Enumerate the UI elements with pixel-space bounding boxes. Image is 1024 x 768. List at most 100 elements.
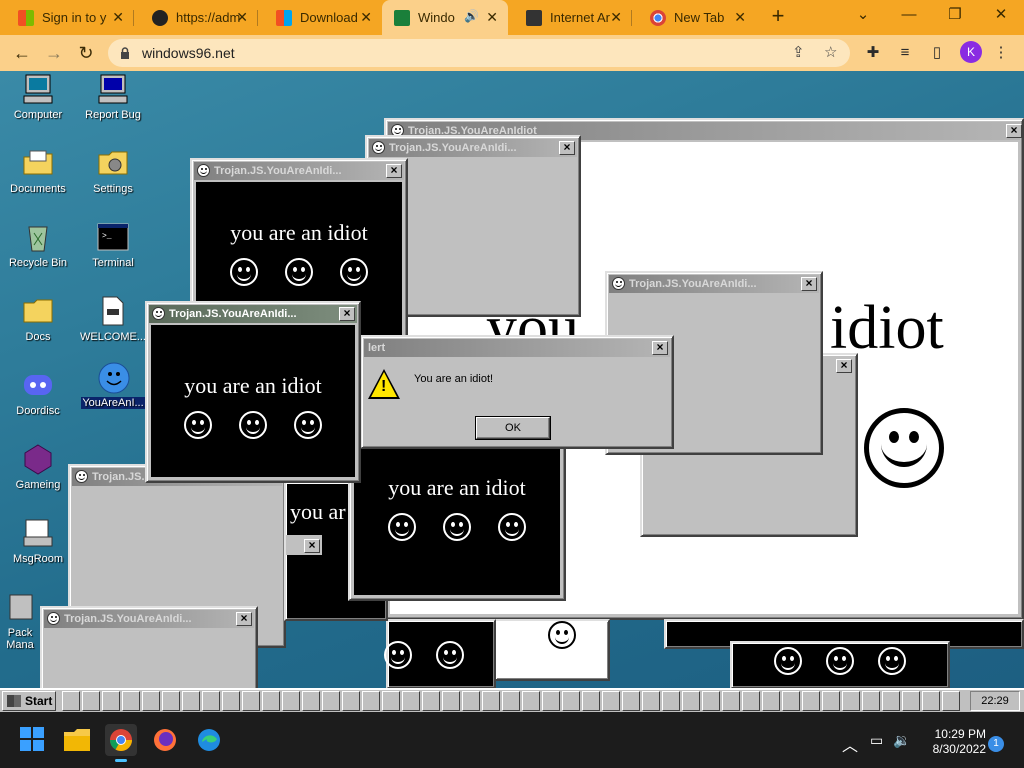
close-button[interactable]: × bbox=[836, 359, 852, 373]
firefox-icon[interactable] bbox=[149, 724, 181, 756]
window-titlebar[interactable]: Trojan.JS.YouAreAnIdi... bbox=[609, 275, 819, 293]
alert-dialog[interactable]: lert × You are an idiot! OK bbox=[360, 335, 674, 449]
task-button[interactable] bbox=[402, 691, 420, 711]
task-button[interactable] bbox=[362, 691, 380, 711]
task-button[interactable] bbox=[242, 691, 260, 711]
alert-titlebar[interactable]: lert bbox=[364, 339, 670, 357]
task-button[interactable] bbox=[282, 691, 300, 711]
task-button[interactable] bbox=[482, 691, 500, 711]
tab-internet-archive[interactable]: Internet Ar ✕ bbox=[508, 0, 632, 35]
desktop-icon-recycle-bin[interactable]: Recycle Bin bbox=[0, 221, 76, 269]
close-button[interactable]: × bbox=[652, 341, 668, 355]
task-button[interactable] bbox=[442, 691, 460, 711]
window-titlebar[interactable]: Trojan.JS.YouAreAnIdi... bbox=[149, 305, 357, 323]
tab-adm[interactable]: https://adm ✕ bbox=[134, 0, 258, 35]
tab-download[interactable]: Download ✕ bbox=[258, 0, 382, 35]
desktop-icon-youareanidiot[interactable]: YouAreAnI... bbox=[75, 361, 151, 409]
back-button[interactable]: ← bbox=[10, 41, 34, 65]
edge-icon[interactable] bbox=[193, 724, 225, 756]
desktop-icon-terminal[interactable]: >_ Terminal bbox=[75, 221, 151, 269]
volume-icon[interactable]: 🔉 bbox=[893, 732, 910, 749]
task-button[interactable] bbox=[542, 691, 560, 711]
task-button[interactable] bbox=[702, 691, 720, 711]
minimize-button[interactable]: — bbox=[886, 0, 932, 32]
close-tab-icon[interactable]: ✕ bbox=[112, 9, 124, 26]
task-button[interactable] bbox=[802, 691, 820, 711]
task-button[interactable] bbox=[422, 691, 440, 711]
task-button[interactable] bbox=[82, 691, 100, 711]
task-button[interactable] bbox=[502, 691, 520, 711]
task-button[interactable] bbox=[122, 691, 140, 711]
task-button[interactable] bbox=[582, 691, 600, 711]
desktop-icon-doordisc[interactable]: Doordisc bbox=[0, 369, 76, 417]
restore-button[interactable]: ❐ bbox=[932, 0, 978, 32]
side-panel-icon[interactable]: ▯ bbox=[926, 43, 948, 65]
ok-button[interactable]: OK bbox=[476, 417, 550, 439]
task-button[interactable] bbox=[822, 691, 840, 711]
task-button[interactable] bbox=[202, 691, 220, 711]
extensions-icon[interactable]: ✚ bbox=[862, 43, 884, 65]
youareanidiot-window-white[interactable] bbox=[494, 619, 610, 681]
start-button[interactable]: Start bbox=[2, 691, 56, 711]
task-button[interactable] bbox=[302, 691, 320, 711]
os-clock[interactable]: 10:29 PM 8/30/2022 bbox=[922, 727, 986, 757]
close-tab-icon[interactable]: ✕ bbox=[486, 9, 498, 26]
task-button[interactable] bbox=[162, 691, 180, 711]
task-button[interactable] bbox=[262, 691, 280, 711]
youareanidiot-window-corner[interactable] bbox=[384, 619, 496, 688]
task-button[interactable] bbox=[682, 691, 700, 711]
task-button[interactable] bbox=[942, 691, 960, 711]
close-button[interactable]: × bbox=[1006, 124, 1022, 138]
task-button[interactable] bbox=[602, 691, 620, 711]
address-bar[interactable]: windows96.net ⇪ ☆ bbox=[108, 39, 850, 67]
task-button[interactable] bbox=[862, 691, 880, 711]
task-button[interactable] bbox=[642, 691, 660, 711]
close-button[interactable]: × bbox=[559, 141, 575, 155]
task-button[interactable] bbox=[622, 691, 640, 711]
bookmark-star-icon[interactable]: ☆ bbox=[824, 43, 837, 61]
window-titlebar[interactable]: Trojan.JS.YouAreAnIdi... bbox=[369, 139, 577, 157]
tab-new-tab[interactable]: New Tab ✕ bbox=[632, 0, 756, 35]
task-button[interactable] bbox=[762, 691, 780, 711]
task-button[interactable] bbox=[782, 691, 800, 711]
close-button[interactable]: × bbox=[801, 277, 817, 291]
audio-playing-icon[interactable]: 🔊 bbox=[464, 9, 479, 23]
profile-avatar[interactable]: K bbox=[960, 41, 982, 63]
task-button[interactable] bbox=[842, 691, 860, 711]
forward-button[interactable]: → bbox=[42, 41, 66, 65]
task-button[interactable] bbox=[382, 691, 400, 711]
close-button[interactable]: × bbox=[304, 539, 320, 553]
task-button[interactable] bbox=[522, 691, 540, 711]
youareanidiot-window-active[interactable]: Trojan.JS.YouAreAnIdi... × you are an id… bbox=[145, 301, 361, 483]
menu-icon[interactable]: ⋮ bbox=[990, 43, 1012, 65]
task-button[interactable] bbox=[902, 691, 920, 711]
desktop-icon-msgroom[interactable]: MsgRoom bbox=[0, 517, 76, 565]
task-button[interactable] bbox=[562, 691, 580, 711]
task-button[interactable] bbox=[922, 691, 940, 711]
window-titlebar[interactable]: Trojan.JS.YouAreAnIdi... bbox=[44, 610, 254, 628]
network-icon[interactable]: ▭ bbox=[870, 732, 883, 749]
youareanidiot-window-bottom[interactable] bbox=[730, 641, 950, 688]
close-button[interactable]: × bbox=[386, 164, 402, 178]
task-button[interactable] bbox=[62, 691, 80, 711]
media-control-icon[interactable]: ≡ bbox=[894, 43, 916, 65]
w96-clock[interactable]: 22:29 bbox=[970, 691, 1020, 711]
tab-sign-in[interactable]: Sign in to y ✕ bbox=[0, 0, 134, 35]
task-button[interactable] bbox=[882, 691, 900, 711]
task-button[interactable] bbox=[462, 691, 480, 711]
task-button[interactable] bbox=[742, 691, 760, 711]
windows-start-icon[interactable] bbox=[17, 724, 49, 756]
desktop-icon-welcome[interactable]: WELCOME... bbox=[75, 295, 151, 343]
desktop-icon-report-bug[interactable]: Report Bug bbox=[75, 73, 151, 121]
desktop-icon-docs[interactable]: Docs bbox=[0, 295, 76, 343]
share-icon[interactable]: ⇪ bbox=[792, 43, 805, 61]
reload-button[interactable]: ↻ bbox=[74, 41, 98, 65]
new-tab-button[interactable]: + bbox=[766, 5, 790, 29]
close-tab-icon[interactable]: ✕ bbox=[610, 9, 622, 26]
task-button[interactable] bbox=[722, 691, 740, 711]
close-tab-icon[interactable]: ✕ bbox=[734, 9, 746, 26]
tab-search-chevron-icon[interactable]: ⌄ bbox=[840, 0, 886, 32]
file-explorer-icon[interactable] bbox=[61, 724, 93, 756]
task-button[interactable] bbox=[222, 691, 240, 711]
desktop-icon-package-manager[interactable]: Pack Mana bbox=[0, 591, 40, 651]
